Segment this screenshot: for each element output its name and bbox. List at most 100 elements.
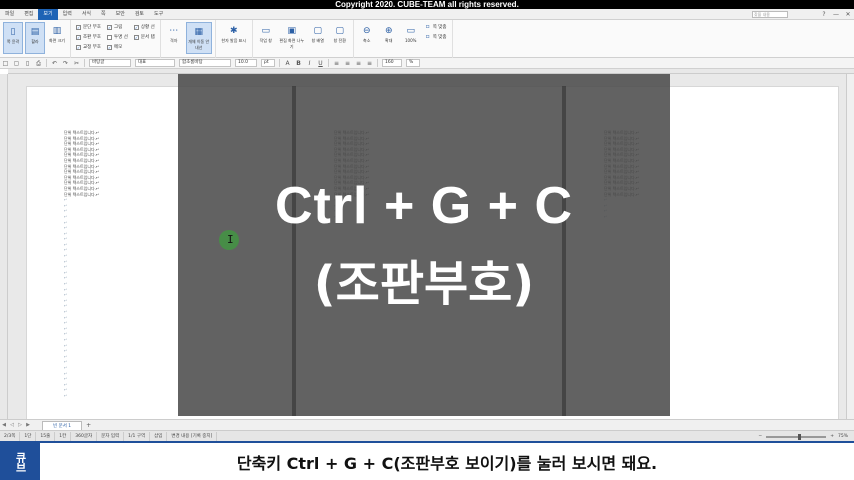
- status-count: 360글자: [71, 431, 98, 441]
- fit-width-icon: ▫: [425, 33, 430, 40]
- save-icon[interactable]: ▯: [23, 59, 32, 68]
- menu-insert[interactable]: 입력: [58, 9, 77, 20]
- tab-document-1[interactable]: 빈 문서 1: [42, 420, 83, 430]
- vertical-ruler[interactable]: [0, 74, 8, 419]
- doc-tab-check[interactable]: ✓ 문서 탭: [133, 32, 155, 42]
- task-pane-button[interactable]: ▭ 작업 창: [256, 22, 276, 54]
- switch-window-button[interactable]: ▢ 창 전환: [330, 22, 350, 54]
- status-insert[interactable]: 삽입: [150, 431, 168, 441]
- fit-width-option[interactable]: ▫ 쪽 맞춤: [425, 32, 447, 42]
- memo-check[interactable]: ✓ 메모: [107, 42, 128, 52]
- task-pane-label: 작업 창: [259, 38, 272, 43]
- search-input[interactable]: 찾을 내용: [752, 11, 788, 18]
- proof-mark-check[interactable]: ✓ 교정 부호: [76, 42, 101, 52]
- next-tab-icon[interactable]: ▷: [16, 422, 24, 428]
- menu-file[interactable]: 파일: [0, 9, 19, 20]
- split-view-button[interactable]: ▤ 할라: [25, 22, 45, 54]
- checkbox-icon: ✓: [133, 24, 139, 30]
- font-select[interactable]: 함초롬바탕: [179, 59, 231, 67]
- first-tab-icon[interactable]: ◀: [0, 422, 8, 428]
- undo-icon[interactable]: ↶: [50, 59, 59, 68]
- status-section: 1/1 구역: [124, 431, 151, 441]
- guide-line-button[interactable]: ▦ 개체 이동 안내선: [185, 22, 212, 54]
- checkbox-icon: ✓: [76, 24, 81, 30]
- open-icon[interactable]: ▢: [12, 59, 21, 68]
- zoom-slider[interactable]: [766, 433, 827, 440]
- screen-size-button[interactable]: ▥ 화면 크기: [47, 22, 67, 54]
- status-track-changes[interactable]: 변경 내용 [기록 중지]: [167, 431, 218, 441]
- justify-icon[interactable]: ≡: [365, 59, 374, 68]
- language-select[interactable]: 대표: [135, 59, 175, 67]
- shortcut-keys: Ctrl + G + C: [274, 177, 574, 235]
- text-color-icon[interactable]: A: [283, 59, 292, 68]
- control-code-label: 조판 부호: [83, 35, 101, 40]
- paragraph-mark-label: 문단 부호: [83, 25, 101, 30]
- zoom-slider-knob[interactable]: [797, 433, 801, 440]
- zoom-unit[interactable]: %: [406, 59, 420, 67]
- transparent-line-check[interactable]: 투명 선: [107, 32, 128, 42]
- menu-security[interactable]: 보안: [111, 9, 130, 20]
- divider: [328, 59, 329, 67]
- status-line-check[interactable]: ✓ 상황 선: [133, 22, 155, 32]
- zoom-out-button[interactable]: ⊖ 축소: [357, 22, 377, 54]
- italic-icon[interactable]: I: [305, 59, 314, 68]
- zoom-input[interactable]: 160: [382, 59, 402, 67]
- window-group: ▭ 작업 창 ▣ 편집 화면 나누기 ▢ 창 배열 ▢ 창 전환: [253, 20, 354, 58]
- empty-paragraph-mark[interactable]: ↵: [64, 393, 99, 399]
- menu-page[interactable]: 쪽: [96, 9, 111, 20]
- hanja-icon: ✱: [229, 25, 238, 36]
- align-left-icon[interactable]: ≡: [332, 59, 341, 68]
- fit-page-option[interactable]: ▫ 쪽 맞춤: [425, 22, 447, 32]
- paragraph-mark-check[interactable]: ✓ 문단 부호: [76, 22, 101, 32]
- status-column: 1단: [20, 431, 37, 441]
- mouse-cursor-highlight: I: [219, 230, 239, 250]
- underline-icon[interactable]: U: [316, 59, 325, 68]
- marks-group: ✓ 문단 부호 ✓ 조판 부호 ✓ 교정 부호 ✓ 그림 투명 선 ✓ 메모 ✓ 상황 선 …: [71, 20, 161, 58]
- prev-tab-icon[interactable]: ◁: [8, 422, 16, 428]
- new-doc-icon[interactable]: □: [1, 59, 10, 68]
- menu-edit[interactable]: 편집: [19, 9, 38, 20]
- menu-format[interactable]: 서식: [77, 9, 96, 20]
- last-tab-icon[interactable]: ▶: [24, 422, 32, 428]
- align-right-icon[interactable]: ≡: [354, 59, 363, 68]
- menu-review[interactable]: 검토: [130, 9, 149, 20]
- zoom-minus-icon[interactable]: −: [758, 434, 762, 439]
- arrange-windows-button[interactable]: ▢ 창 배열: [308, 22, 328, 54]
- zoom-level: 75%: [837, 434, 848, 439]
- font-size-input[interactable]: 10.0: [235, 59, 257, 67]
- add-tab-button[interactable]: +: [84, 422, 93, 429]
- page-outline-button[interactable]: ▯ 쪽 윤곽: [3, 22, 23, 54]
- guide-line-label: 개체 이동 안내선: [188, 39, 210, 50]
- align-center-icon[interactable]: ≡: [343, 59, 352, 68]
- font-size-unit[interactable]: pt: [261, 59, 275, 67]
- zoom-100-button[interactable]: ▭ 100%: [401, 22, 421, 54]
- zoom-in-button[interactable]: ⊕ 확대: [379, 22, 399, 54]
- zoom-plus-icon[interactable]: +: [830, 434, 834, 439]
- minimize-icon[interactable]: —: [830, 11, 842, 18]
- picture-check[interactable]: ✓ 그림: [107, 22, 128, 32]
- subtitle-bar: 큐브 단축키 Ctrl + G + C(조판부호 보이기)를 눌러 보시면 돼요…: [0, 441, 854, 480]
- arrange-windows-icon: ▢: [313, 25, 322, 36]
- grid-button[interactable]: ⋯ 격자: [164, 22, 184, 54]
- redo-icon[interactable]: ↷: [61, 59, 70, 68]
- status-page[interactable]: 2/3쪽: [0, 431, 21, 441]
- bold-icon[interactable]: B: [294, 59, 303, 68]
- fit-page-label: 쪽 맞춤: [432, 25, 447, 30]
- menu-tools[interactable]: 도구: [149, 9, 168, 20]
- control-code-check[interactable]: ✓ 조판 부호: [76, 32, 101, 42]
- zoom-group: ⊖ 축소 ⊕ 확대 ▭ 100% ▫ 쪽 맞춤 ▫ 쪽 맞춤: [354, 20, 453, 58]
- split-screen-button[interactable]: ▣ 편집 화면 나누기: [278, 22, 306, 54]
- fit-width-label: 쪽 맞춤: [432, 35, 447, 40]
- menu-view[interactable]: 보기: [38, 8, 58, 20]
- page-text-left[interactable]: 단위 텍스트입니다.↵ 단위 텍스트입니다.↵ 단위 텍스트입니다.↵ 단위 텍스트입…: [64, 130, 99, 399]
- hanja-pronunciation-button[interactable]: ✱ 한자 발음 표시: [219, 22, 249, 54]
- vertical-scrollbar[interactable]: [846, 74, 854, 419]
- close-icon[interactable]: ✕: [842, 11, 854, 18]
- status-char: 1칸: [55, 431, 72, 441]
- help-icon[interactable]: ?: [818, 11, 830, 18]
- style-select[interactable]: 바탕글: [89, 59, 131, 67]
- print-icon[interactable]: ⎙: [34, 59, 43, 68]
- cut-icon[interactable]: ✂: [72, 59, 81, 68]
- checkbox-icon: [107, 34, 112, 40]
- transparent-line-label: 투명 선: [114, 35, 128, 40]
